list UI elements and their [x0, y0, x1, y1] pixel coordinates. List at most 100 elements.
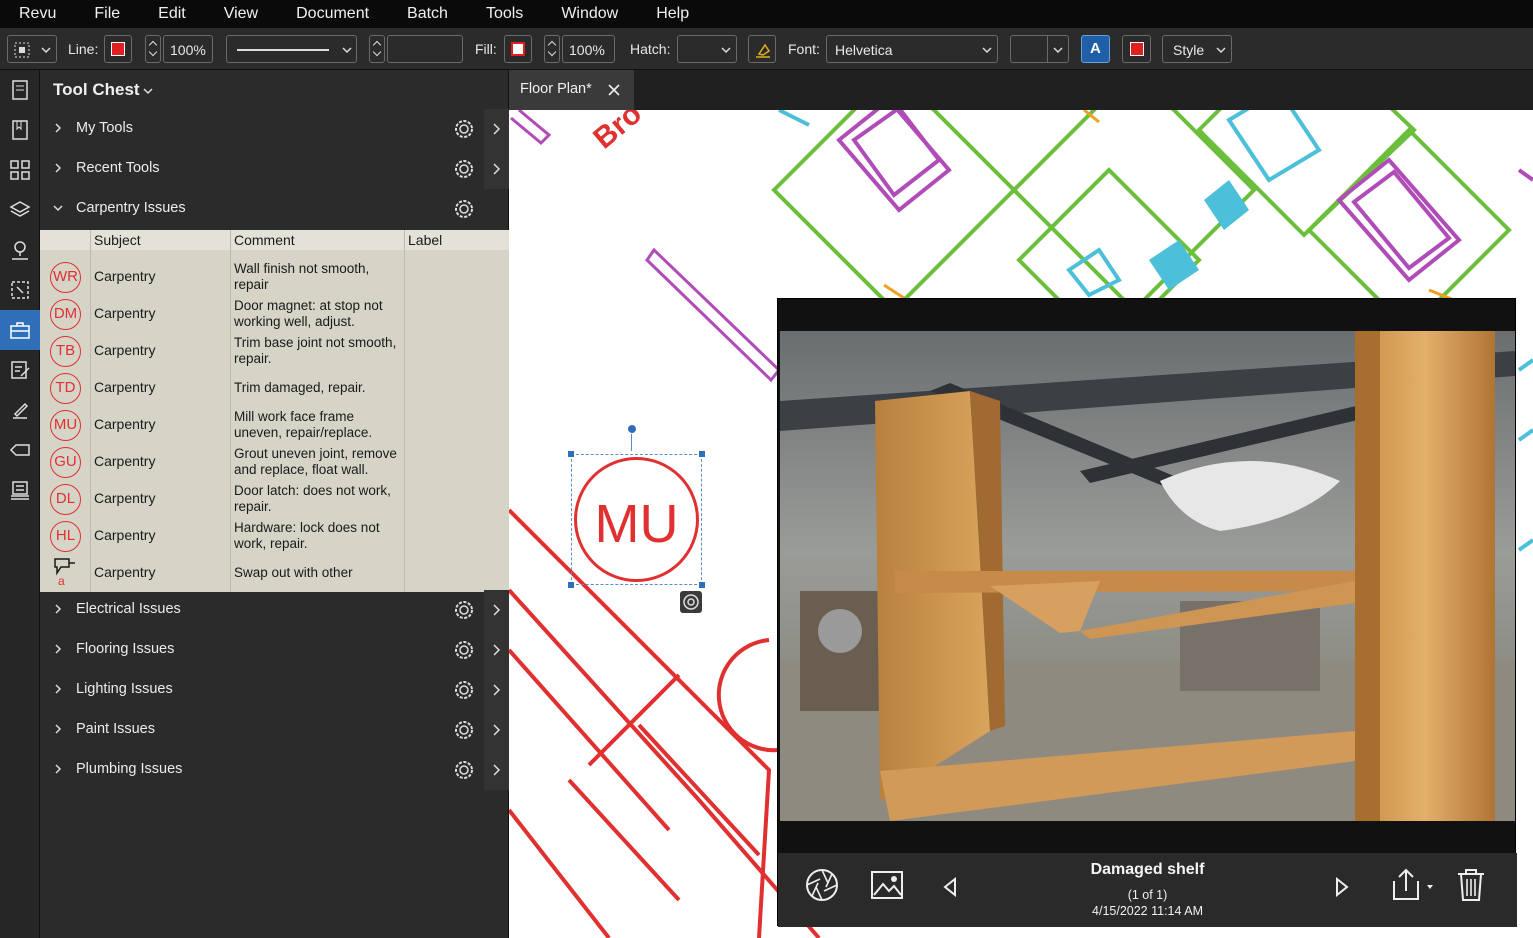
table-row[interactable]: WR Carpentry Wall finish not smooth, rep…: [40, 258, 509, 295]
rail-thumbnails-button[interactable]: [0, 70, 40, 110]
table-row[interactable]: DM Carpentry Door magnet: at stop not wo…: [40, 295, 509, 332]
text-box-color-button[interactable]: [1122, 35, 1151, 63]
group-flyout-button[interactable]: [484, 750, 509, 790]
menu-edit[interactable]: Edit: [139, 0, 205, 28]
rail-layers-button[interactable]: [0, 190, 40, 230]
column-header-subject[interactable]: Subject: [94, 232, 141, 248]
photo-viewer-popup: Damaged shelf (1 of 1) 4/15/2022 11:14 A…: [777, 298, 1517, 927]
gear-icon[interactable]: [452, 598, 476, 622]
table-row[interactable]: TD Carpentry Trim damaged, repair.: [40, 369, 509, 406]
trash-icon[interactable]: [1454, 867, 1488, 903]
row-comment: Swap out with other: [234, 565, 353, 580]
resize-handle[interactable]: [567, 581, 575, 589]
column-header-comment[interactable]: Comment: [234, 232, 295, 248]
rail-signatures-button[interactable]: [0, 390, 40, 430]
row-comment: Mill work face frame uneven, repair/repl…: [234, 409, 373, 440]
group-paint-issues[interactable]: Paint Issues: [40, 710, 509, 750]
hatch-dropdown[interactable]: [677, 35, 737, 63]
chevron-right-icon: [55, 764, 62, 774]
row-comment: Door magnet: at stop not working well, a…: [234, 298, 383, 329]
group-lighting-issues[interactable]: Lighting Issues: [40, 670, 509, 710]
group-flyout-button[interactable]: [484, 109, 509, 149]
row-subject: Carpentry: [94, 564, 156, 580]
selected-markup-bounding-box[interactable]: MU: [567, 424, 706, 613]
gear-icon[interactable]: [452, 197, 476, 221]
text-color-button[interactable]: A: [1081, 35, 1110, 63]
fill-opacity-stepper[interactable]: [544, 35, 560, 63]
rail-places-button[interactable]: [0, 230, 40, 270]
gear-icon[interactable]: [452, 718, 476, 742]
rail-grid-button[interactable]: [0, 150, 40, 190]
group-my-tools[interactable]: My Tools: [40, 109, 509, 149]
markup-badge: DM: [50, 299, 81, 330]
rotate-handle[interactable]: [627, 424, 637, 434]
rail-spaces-button[interactable]: [0, 270, 40, 310]
menu-view[interactable]: View: [205, 0, 277, 28]
tool-chest-header[interactable]: Tool Chest: [40, 70, 509, 110]
group-flyout-button[interactable]: [484, 710, 509, 750]
next-arrow-icon[interactable]: [1334, 877, 1350, 897]
table-row[interactable]: MU Carpentry Mill work face frame uneven…: [40, 406, 509, 443]
menu-help[interactable]: Help: [637, 0, 708, 28]
table-row[interactable]: HL Carpentry Hardware: lock does not wor…: [40, 517, 509, 554]
group-flyout-button[interactable]: [484, 630, 509, 670]
resize-handle[interactable]: [698, 581, 706, 589]
resize-handle[interactable]: [698, 450, 706, 458]
close-icon[interactable]: [606, 82, 622, 98]
fill-color-button[interactable]: [504, 35, 532, 63]
rail-sets-button[interactable]: [0, 470, 40, 510]
group-flyout-button[interactable]: [484, 670, 509, 710]
group-flyout-button[interactable]: [484, 149, 509, 189]
line-width-stepper[interactable]: [369, 35, 385, 63]
gear-icon[interactable]: [452, 157, 476, 181]
group-label: Plumbing Issues: [76, 761, 183, 777]
line-opacity-field[interactable]: 100%: [163, 35, 213, 63]
hatch-brush-button[interactable]: [748, 35, 776, 63]
group-carpentry-issues[interactable]: Carpentry Issues: [40, 189, 509, 229]
fill-opacity-field[interactable]: 100%: [562, 35, 615, 63]
resize-handle[interactable]: [567, 450, 575, 458]
table-row[interactable]: GU Carpentry Grout uneven joint, remove …: [40, 443, 509, 480]
line-color-button[interactable]: [104, 35, 132, 63]
rail-tool-chest-button[interactable]: [0, 310, 40, 350]
photo-attachment-button[interactable]: [680, 591, 702, 613]
line-width-field[interactable]: [387, 35, 463, 63]
table-row[interactable]: DL Carpentry Door latch: does not work, …: [40, 480, 509, 517]
menu-tools[interactable]: Tools: [467, 0, 542, 28]
table-row[interactable]: TB Carpentry Trim base joint not smooth,…: [40, 332, 509, 369]
group-flooring-issues[interactable]: Flooring Issues: [40, 630, 509, 670]
table-row[interactable]: a Carpentry Swap out with other: [40, 554, 509, 591]
document-tab-bar: Floor Plan*: [509, 70, 1533, 110]
gear-icon[interactable]: [452, 678, 476, 702]
font-dropdown[interactable]: Helvetica: [826, 35, 998, 63]
share-export-icon[interactable]: [1390, 867, 1436, 903]
menu-file[interactable]: File: [75, 0, 139, 28]
menu-window[interactable]: Window: [542, 0, 637, 28]
photo-viewer-toolbar: Damaged shelf (1 of 1) 4/15/2022 11:14 A…: [778, 853, 1517, 927]
rail-properties-button[interactable]: [0, 350, 40, 390]
rail-tags-button[interactable]: [0, 430, 40, 470]
menu-revu[interactable]: Revu: [0, 0, 75, 28]
row-subject: Carpentry: [94, 453, 156, 469]
chevron-down-icon: [721, 47, 731, 54]
group-label: Carpentry Issues: [76, 200, 186, 216]
group-electrical-issues[interactable]: Electrical Issues: [40, 590, 509, 630]
group-flyout-button[interactable]: [484, 590, 509, 630]
gear-icon[interactable]: [452, 117, 476, 141]
style-dropdown[interactable]: Style: [1162, 35, 1232, 63]
menu-batch[interactable]: Batch: [388, 0, 467, 28]
line-opacity-stepper[interactable]: [145, 35, 161, 63]
column-header-label[interactable]: Label: [408, 232, 442, 248]
markup-circle[interactable]: MU: [574, 457, 699, 582]
rail-bookmarks-button[interactable]: [0, 110, 40, 150]
tab-floor-plan[interactable]: Floor Plan*: [509, 70, 634, 110]
gear-icon[interactable]: [452, 758, 476, 782]
gear-icon[interactable]: [452, 638, 476, 662]
text-box-color-swatch: [1130, 42, 1144, 56]
menu-document[interactable]: Document: [277, 0, 388, 28]
font-size-dropdown[interactable]: [1010, 35, 1069, 63]
selection-mode-dropdown[interactable]: [7, 35, 57, 63]
group-recent-tools[interactable]: Recent Tools: [40, 149, 509, 189]
group-plumbing-issues[interactable]: Plumbing Issues: [40, 750, 509, 790]
line-style-dropdown[interactable]: [226, 35, 357, 63]
